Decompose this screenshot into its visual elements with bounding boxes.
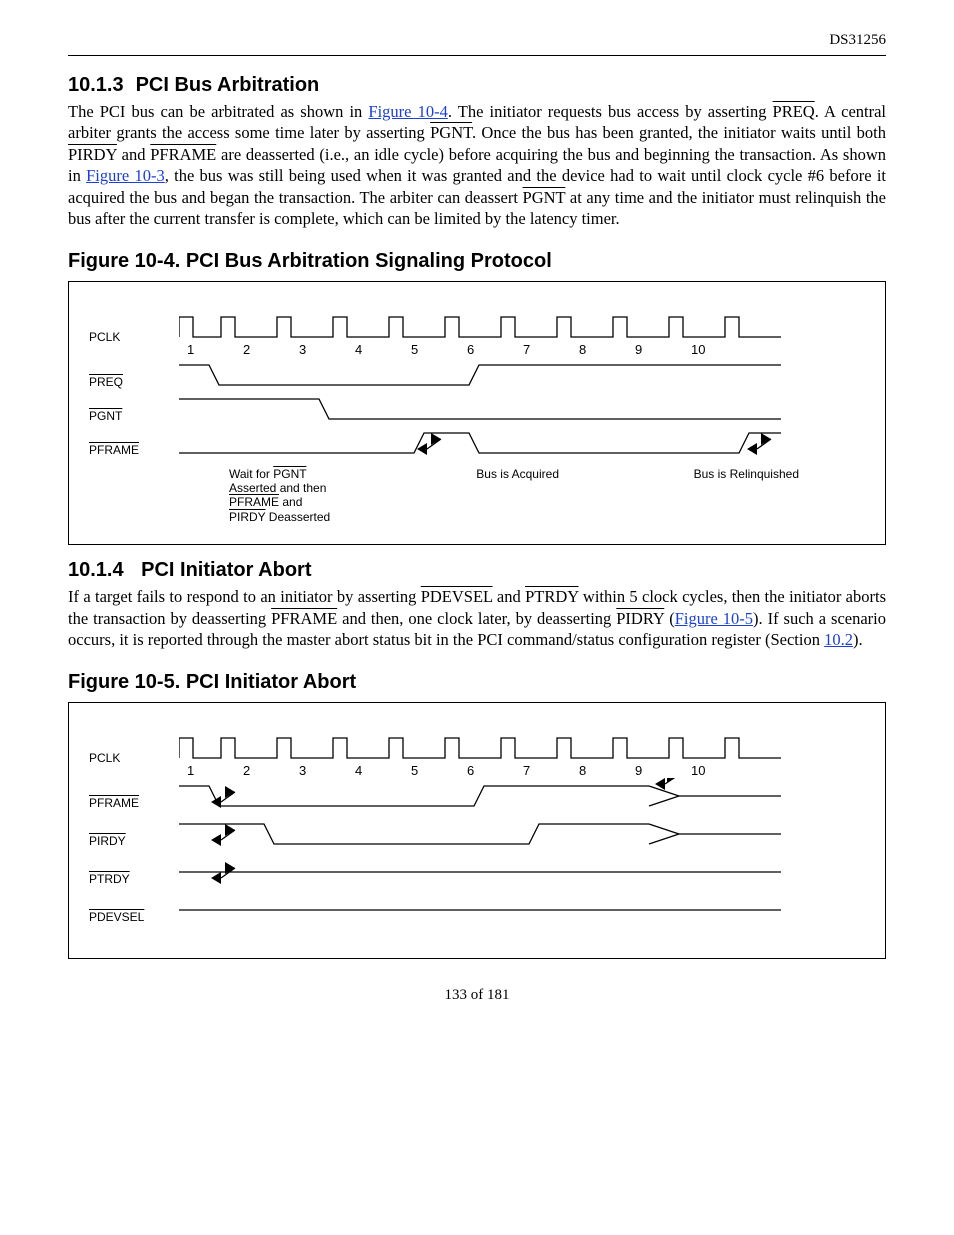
doc-id: DS31256 — [829, 32, 886, 49]
page-footer: 133 of 181 — [68, 987, 886, 1004]
section-heading-initiator-abort: 10.1.4 PCI Initiator Abort — [68, 559, 886, 582]
clock-tick-labels: 1 2 3 4 5 6 7 8 9 10 — [179, 342, 865, 357]
signal-pgnt: PGNT — [430, 123, 472, 142]
signal-pidry: PIDRY — [616, 609, 664, 628]
pframe-waveform — [179, 425, 799, 463]
pdevsel-waveform — [179, 892, 799, 922]
signal-label-preq: PREQ — [89, 375, 123, 389]
signal-label-ptrdy-2: PTRDY — [89, 872, 130, 886]
section1-paragraph: The PCI bus can be arbitrated as shown i… — [68, 101, 886, 230]
link-figure-10-5[interactable]: Figure 10-5 — [675, 609, 753, 628]
link-figure-10-3[interactable]: Figure 10-3 — [86, 166, 165, 185]
section2-paragraph: If a target fails to respond to an initi… — [68, 586, 886, 650]
signal-label-pclk: PCLK — [89, 312, 179, 344]
signal-pirdy: PIRDY — [68, 145, 117, 164]
pgnt-waveform — [179, 391, 799, 425]
annot-bus-acquired: Bus is Acquired — [339, 467, 569, 525]
signal-pframe: PFRAME — [150, 145, 216, 164]
signal-label-pdevsel-2: PDEVSEL — [89, 910, 144, 924]
signal-ptrdy: PTRDY — [525, 587, 578, 606]
section-title: PCI Bus Arbitration — [136, 74, 320, 96]
signal-pgnt-2: PGNT — [523, 188, 566, 207]
signal-label-pirdy-2: PIRDY — [89, 834, 126, 848]
pirdy-waveform — [179, 816, 799, 854]
pframe-waveform-2 — [179, 778, 799, 816]
section-title: PCI Initiator Abort — [141, 559, 311, 581]
figure-10-4-caption: Figure 10-4. PCI Bus Arbitration Signali… — [68, 250, 886, 273]
pclk-waveform-2 — [179, 733, 799, 763]
annot-bus-relinquished: Bus is Relinquished — [569, 467, 799, 525]
figure-10-5-diagram: PCLK 1 2 3 4 5 6 7 8 9 10 — [68, 702, 886, 959]
signal-label-pgnt: PGNT — [89, 409, 122, 423]
signal-label-pclk-2: PCLK — [89, 733, 179, 765]
section-number: 10.1.4 — [68, 559, 130, 582]
clock-tick-labels-2: 1 2 3 4 5 6 7 8 9 10 — [179, 763, 865, 778]
link-figure-10-4[interactable]: Figure 10-4 — [368, 102, 447, 121]
link-section-10-2[interactable]: 10.2 — [824, 630, 853, 649]
signal-label-pframe-2: PFRAME — [89, 796, 139, 810]
figure1-annotations: Wait for PGNT Asserted and then PFRAME a… — [89, 467, 865, 525]
pclk-waveform — [179, 312, 799, 342]
signal-preq: PREQ — [773, 102, 815, 121]
section-number: 10.1.3 — [68, 74, 130, 97]
signal-label-pframe: PFRAME — [89, 443, 139, 457]
figure-10-4-diagram: PCLK 1 2 3 4 5 6 7 8 9 10 — [68, 281, 886, 546]
section-heading-arbitration: 10.1.3 PCI Bus Arbitration — [68, 74, 886, 97]
signal-pframe-2: PFRAME — [271, 609, 337, 628]
page-header: DS31256 — [68, 32, 886, 56]
preq-waveform — [179, 357, 799, 391]
signal-pdevsel: PDEVSEL — [421, 587, 493, 606]
ptrdy-waveform — [179, 854, 799, 892]
figure-10-5-caption: Figure 10-5. PCI Initiator Abort — [68, 671, 886, 694]
